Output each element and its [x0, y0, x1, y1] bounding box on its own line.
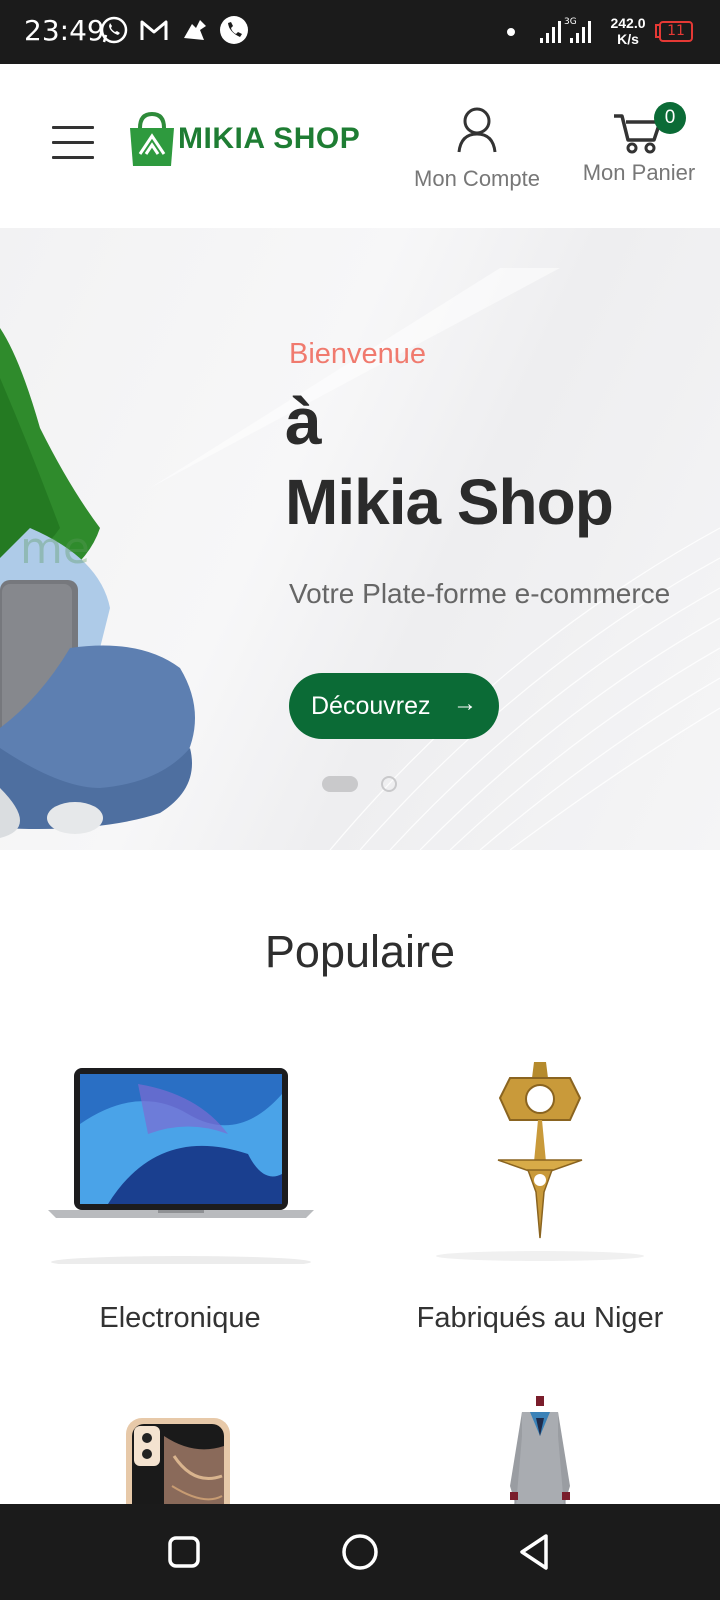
notification-dot: [507, 28, 515, 36]
hero-subtitle: Votre Plate-forme e-commerce: [289, 578, 671, 609]
signal-icon: 3G: [540, 17, 591, 43]
category-card-electronique[interactable]: Electronique: [20, 1050, 340, 1340]
hero-title-line2: Mikia Shop: [285, 466, 614, 538]
user-icon: [457, 107, 497, 153]
hero-title-line1: à: [285, 384, 322, 458]
site-logo[interactable]: MIKIA SHOP: [126, 110, 366, 170]
account-link[interactable]: Mon Compte: [402, 106, 552, 192]
back-icon[interactable]: [514, 1530, 558, 1574]
status-bar: 23:49 3G 242.0 K/s 11: [0, 0, 720, 64]
phone-call-icon: [220, 16, 248, 44]
cart-label: Mon Panier: [582, 160, 696, 185]
recent-apps-icon[interactable]: [162, 1530, 206, 1574]
shopping-bag-logo-icon: [130, 111, 174, 166]
battery-level: 11: [659, 21, 693, 42]
hero-eyebrow: Bienvenue: [289, 338, 427, 370]
gmail-icon: [140, 20, 168, 40]
category-card-smartphone[interactable]: [20, 1388, 340, 1504]
network-speed-unit: K/s: [617, 31, 639, 47]
popular-section-title: Populaire: [264, 926, 456, 977]
account-label: Mon Compte: [414, 166, 540, 191]
pendant-image: [436, 1062, 644, 1261]
category-label: Electronique: [99, 1302, 261, 1334]
system-navigation-bar: [0, 1504, 720, 1600]
category-card-fabriques-au-niger[interactable]: Fabriqués au Niger: [380, 1050, 700, 1340]
status-time: 23:49: [24, 14, 105, 47]
site-header: MIKIA SHOP Mon Compte 0 Mon Panier: [0, 64, 720, 228]
cart-link[interactable]: 0 Mon Panier: [574, 102, 704, 186]
smartphone-image: [126, 1418, 230, 1504]
svg-text:me: me: [20, 523, 90, 574]
category-card-suit[interactable]: [380, 1388, 700, 1504]
whatsapp-icon: [100, 16, 128, 44]
hero-person-image: me: [0, 328, 195, 838]
menu-icon[interactable]: [52, 126, 94, 160]
suit-image: [510, 1396, 570, 1504]
carousel-dot[interactable]: [381, 776, 397, 792]
app-icon: [184, 20, 206, 40]
network-speed: 242.0 K/s: [606, 15, 650, 47]
battery-icon: 11: [655, 21, 695, 43]
discover-button-label: Découvrez: [311, 691, 431, 720]
laptop-image: [48, 1068, 314, 1264]
cart-count-badge: 0: [654, 102, 686, 134]
network-speed-value: 242.0: [610, 15, 646, 31]
carousel-dot-active[interactable]: [322, 776, 358, 792]
category-label: Fabriqués au Niger: [416, 1302, 664, 1334]
logo-text: MIKIA SHOP: [178, 122, 361, 155]
arrow-right-icon: →: [453, 690, 477, 717]
hero-banner: me Bienvenue à Mikia Shop Votre Plate-fo…: [0, 228, 720, 850]
home-icon[interactable]: [338, 1530, 382, 1574]
discover-button[interactable]: Découvrez →: [289, 673, 499, 739]
svg-text:3G: 3G: [564, 17, 577, 27]
